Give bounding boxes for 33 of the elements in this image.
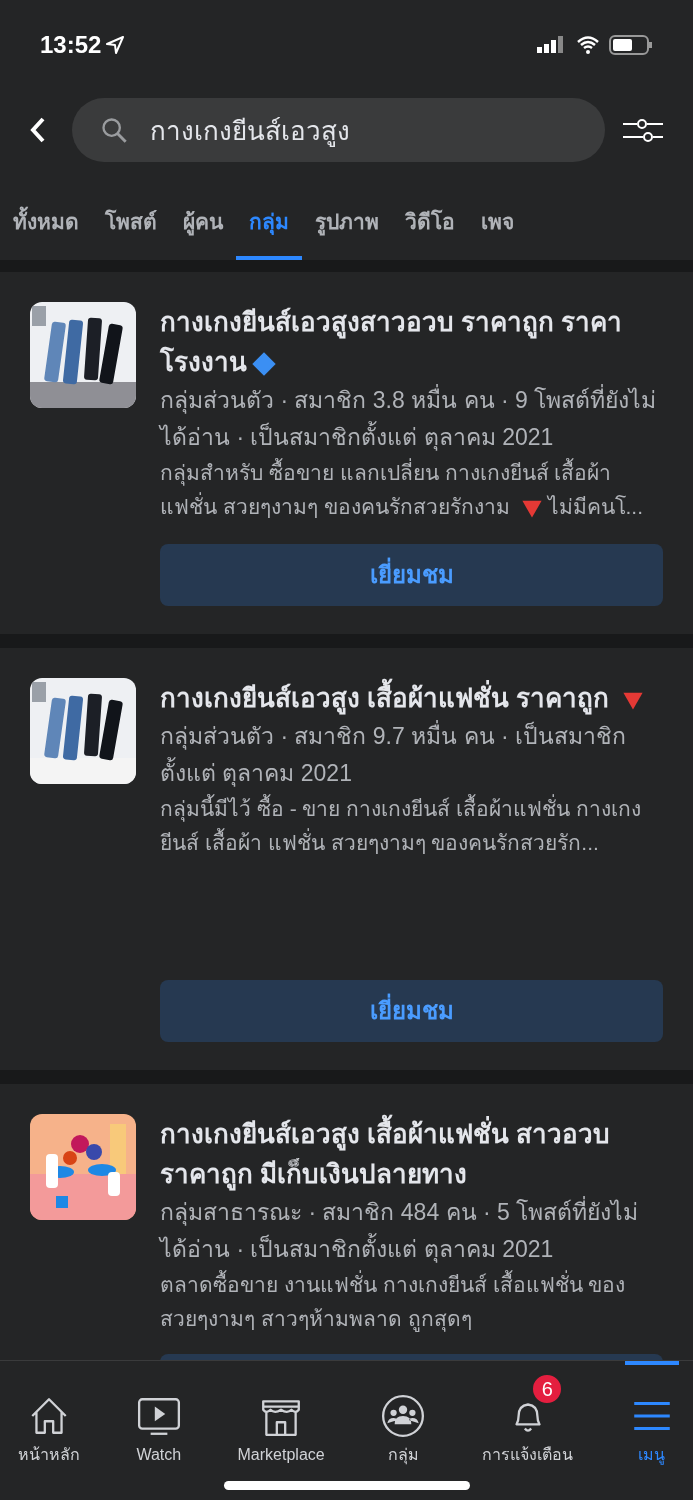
group-title: กางเกงยีนส์เอวสูงสาวอวบ ราคาถูก ราคาโรงงาน (160, 306, 624, 380)
nav-tab[interactable]: Marketplace (233, 1361, 329, 1471)
group-meta: กลุ่มส่วนตัว · สมาชิก 9.7 หมื่น คน · เป็นสมาชิกตั้งแต่ ตุลาคม 2021 (160, 718, 663, 792)
search-tab[interactable]: โพสต์ (92, 196, 170, 260)
nav-tab[interactable]: หน้าหลัก (14, 1361, 84, 1471)
wifi-icon (575, 35, 601, 55)
nav-tab[interactable]: การแจ้งเตือน 6 (478, 1361, 578, 1471)
visit-button[interactable]: เยี่ยมชม (160, 544, 663, 606)
group-description: กลุ่มนี้มีไว้ ซื้อ - ขาย กางเกงยีนส์ เสื้อผ้าแฟชั่น กางเกงยีนส์ เสื้อผ้า แฟชั่น สวยๆงามๆ ของคนรักสวยรัก... (160, 792, 663, 860)
nav-tab[interactable]: กลุ่ม (376, 1361, 431, 1471)
nav-tab[interactable]: Watch (131, 1361, 186, 1471)
battery-icon (609, 34, 653, 56)
notification-badge: 6 (531, 1373, 564, 1405)
group-title: กางเกงยีนส์เอวสูง เสื้อผ้าแฟชั่น ราคาถูก (160, 678, 663, 718)
group-meta: กลุ่มสาธารณะ · สมาชิก 484 คน · 5 โพสต์ที่ยังไม่ได้อ่าน · เป็นสมาชิกตั้งแต่ ตุลาคม 2021 (160, 1194, 663, 1268)
search-icon (100, 116, 128, 144)
search-tab[interactable]: กลุ่ม (236, 196, 302, 260)
search-tab[interactable]: วิดีโอ (392, 196, 468, 260)
group-description: กลุ่มสำหรับ ซื้อขาย แลกเปลี่ยน กางเกงยีนส์ เสื้อผ้าแฟชั่น สวยๆงามๆ ของคนรักสวยรักงาม ไม่มีคนโ... (160, 456, 663, 524)
diamond-icon (251, 351, 277, 378)
search-tab[interactable]: รูปภาพ (302, 196, 392, 260)
group-title: กางเกงยีนส์เอวสูง เสื้อผ้าแฟชั่น สาวอวบ ราคาถูก มีเก็บเงินปลายทาง (160, 1114, 663, 1194)
group-meta: กลุ่มส่วนตัว · สมาชิก 3.8 หมื่น คน · 9 โพสต์ที่ยังไม่ได้อ่าน · เป็นสมาชิกตั้งแต่ ตุลาคม 2021 (160, 382, 663, 456)
visit-button[interactable]: เยี่ยมชม (160, 980, 663, 1042)
nav-tab[interactable]: เมนู (625, 1361, 679, 1471)
search-field[interactable]: กางเกงยีนส์เอวสูง (72, 98, 605, 162)
search-tab[interactable]: ทั้งหมด (0, 196, 92, 260)
search-tab[interactable]: ผู้คน (170, 196, 236, 260)
group-description: ตลาดซื้อขาย งานแฟชั่น กางเกงยีนส์ เสื้อแฟชั่น ของสวยๆงามๆ สาวๆห้ามพลาด ถูกสุดๆ (160, 1268, 663, 1336)
search-tab[interactable]: เพจ (468, 196, 527, 260)
status-time: 13:52 (40, 30, 102, 60)
location-arrow-icon (105, 35, 126, 55)
groups-icon (380, 1393, 427, 1439)
